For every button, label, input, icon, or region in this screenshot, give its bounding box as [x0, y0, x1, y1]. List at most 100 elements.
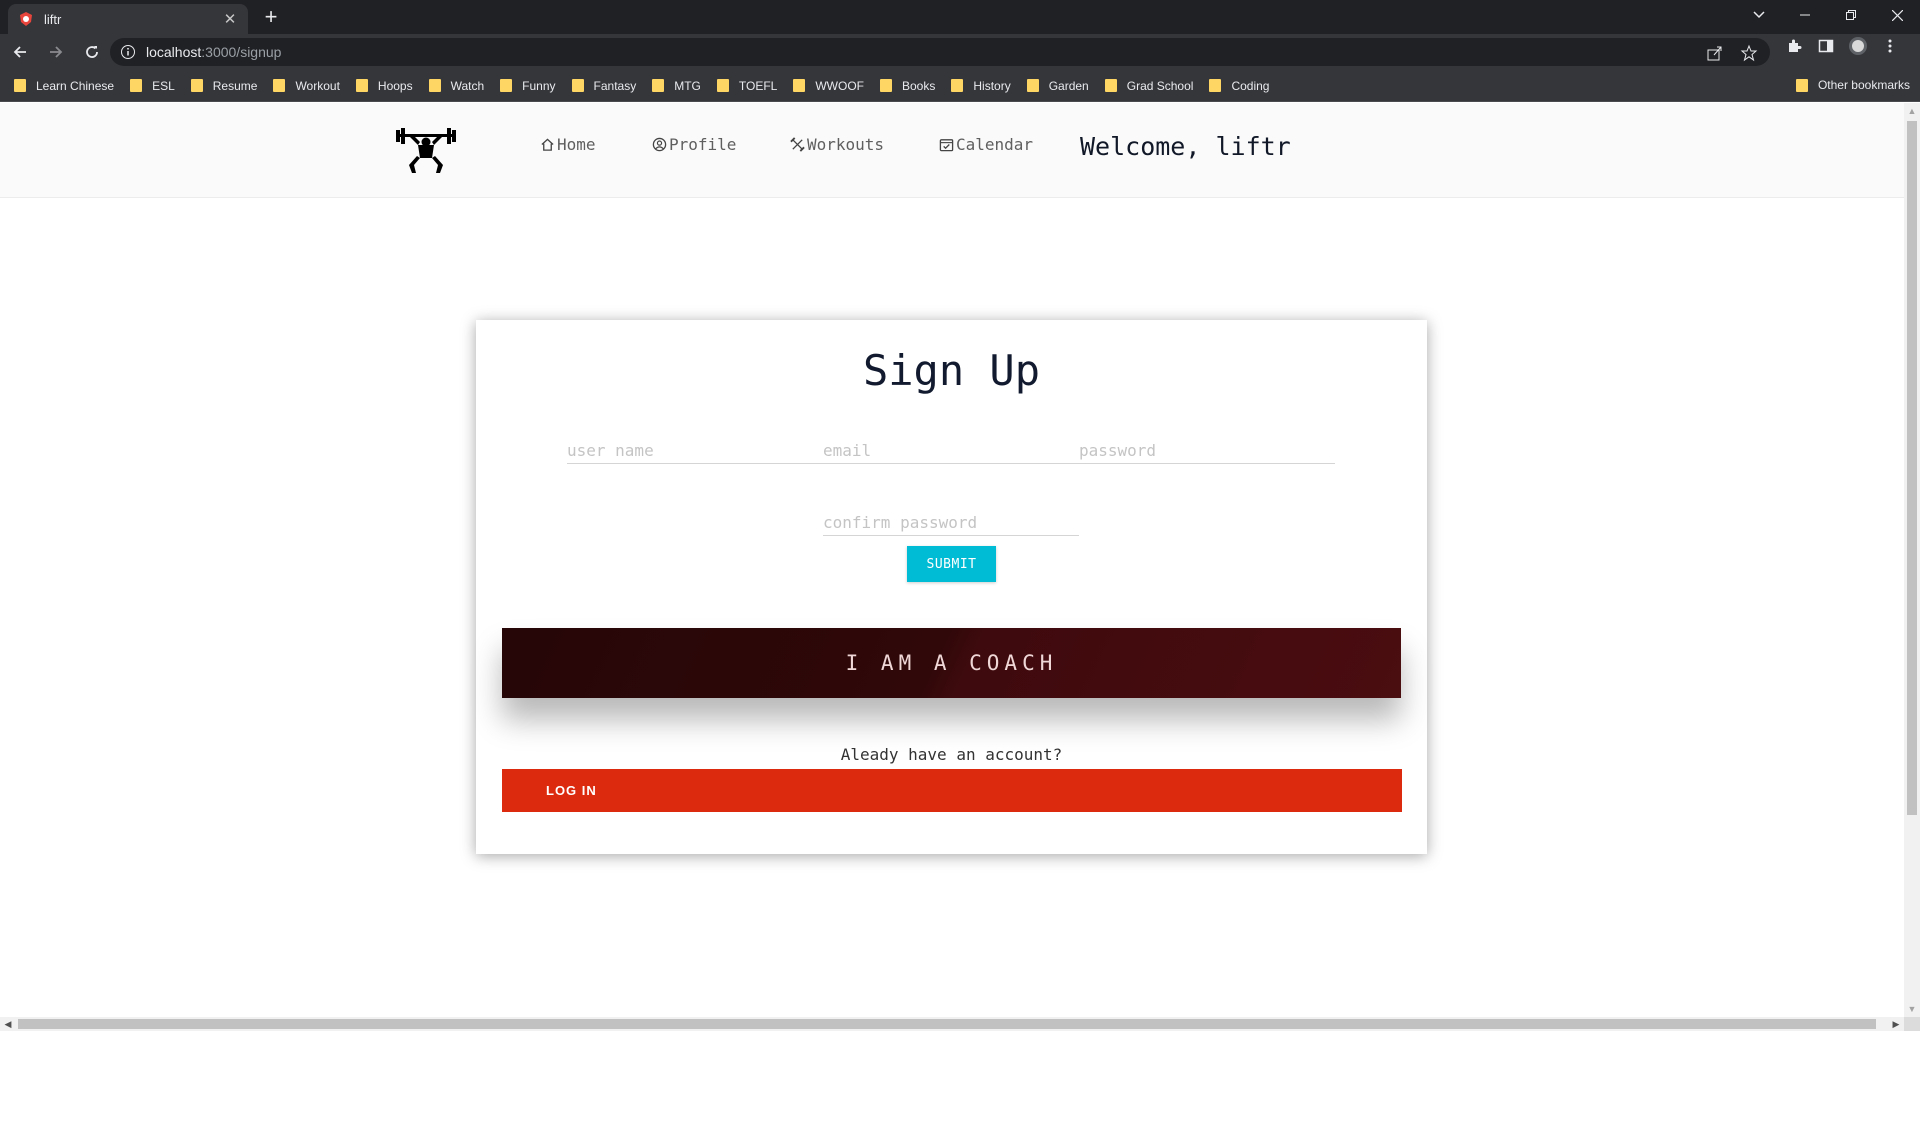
bookmark-folder[interactable]: TOEFL [716, 79, 777, 93]
plus-icon[interactable]: + [258, 4, 284, 30]
nav-profile[interactable]: Profile [652, 135, 736, 154]
folder-icon [428, 79, 441, 92]
calendar-check-icon [939, 139, 954, 152]
folder-icon [951, 79, 964, 92]
vertical-scrollbar[interactable]: ▲ ▼ [1904, 103, 1920, 1017]
nav-calendar[interactable]: Calendar [939, 135, 1033, 154]
page-title: Sign Up [862, 346, 1040, 395]
minimize-icon[interactable] [1782, 0, 1828, 30]
liftr-favicon-icon [20, 12, 32, 26]
menu-kebab-icon[interactable] [1880, 36, 1900, 56]
scroll-up-arrow-icon[interactable]: ▲ [1904, 103, 1920, 119]
bookmark-label: Funny [522, 78, 556, 93]
extension-area [1784, 36, 1900, 56]
scroll-down-arrow-icon[interactable]: ▼ [1904, 1001, 1920, 1017]
username-input[interactable] [567, 438, 823, 464]
confirm-password-input[interactable] [823, 510, 1079, 536]
page-viewport: Home Profile Workouts Calendar Welcome, … [0, 103, 1904, 1017]
scrollbar-corner [1904, 1017, 1920, 1031]
vertical-scroll-thumb[interactable] [1907, 121, 1917, 815]
bookmark-star-icon[interactable] [1740, 44, 1758, 62]
site-info-icon[interactable] [120, 44, 136, 60]
folder-icon [880, 79, 892, 92]
side-panel-icon[interactable] [1816, 36, 1836, 56]
bookmark-folder[interactable]: MTG [652, 79, 701, 93]
coach-toggle-button[interactable]: I AM A COACH [502, 628, 1401, 698]
extensions-puzzle-icon[interactable] [1784, 36, 1804, 56]
bookmark-label: Garden [1048, 78, 1089, 93]
bookmark-folder[interactable]: Grad School [1104, 78, 1194, 93]
bookmark-label: Watch [450, 78, 485, 93]
other-bookmarks-label: Other bookmarks [1817, 78, 1910, 92]
restore-icon[interactable] [1828, 0, 1874, 30]
bookmark-label: Workout [295, 78, 340, 93]
password-input[interactable] [1079, 438, 1335, 464]
bookmark-folder[interactable]: History [951, 79, 1011, 93]
bookmark-folder[interactable]: Watch [428, 78, 485, 93]
bookmarks-bar: Learn Chinese ESL Resume Workout Hoops W… [0, 70, 1920, 102]
submit-button[interactable]: SUBMIT [907, 546, 996, 582]
other-bookmarks[interactable]: Other bookmarks [1795, 78, 1910, 92]
bookmark-label: Books [902, 78, 936, 93]
bookmark-label: MTG [674, 78, 701, 93]
horizontal-scrollbar[interactable]: ◀ ▶ [0, 1017, 1904, 1031]
folder-icon [355, 79, 368, 92]
dumbbell-icon [790, 137, 805, 152]
bookmark-label: Grad School [1126, 78, 1194, 93]
folder-icon [1209, 79, 1222, 92]
nav-home[interactable]: Home [540, 135, 596, 154]
bookmark-folder[interactable]: Hoops [355, 79, 413, 93]
user-circle-icon [652, 137, 667, 152]
url-host: localhost [146, 44, 202, 60]
bookmark-folder[interactable]: Resume [190, 78, 258, 93]
bookmark-folder[interactable]: Books [880, 79, 935, 93]
profile-avatar-icon[interactable] [1848, 36, 1868, 56]
bookmark-label: ESL [152, 78, 175, 93]
nav-profile-label: Profile [669, 135, 737, 154]
bookmark-label: Resume [212, 78, 258, 93]
forward-arrow-icon[interactable] [40, 36, 72, 68]
email-input[interactable] [823, 438, 1079, 464]
already-account-text: Aleady have an account? [840, 745, 1063, 764]
address-bar[interactable]: localhost:3000/signup [110, 38, 1770, 66]
folder-icon [652, 79, 665, 92]
nav-workouts-label: Workouts [807, 135, 885, 154]
app-navbar: Home Profile Workouts Calendar Welcome, … [0, 103, 1904, 198]
folder-icon [14, 79, 26, 92]
bookmark-label: Fantasy [593, 78, 637, 93]
folder-icon [571, 79, 584, 92]
nav-home-label: Home [557, 135, 596, 154]
bookmark-folder[interactable]: Learn Chinese [14, 79, 114, 93]
bookmark-label: Coding [1231, 78, 1270, 93]
reload-icon[interactable] [76, 36, 108, 68]
folder-icon [500, 79, 513, 92]
bookmark-folder[interactable]: Funny [500, 78, 556, 93]
close-window-icon[interactable] [1874, 0, 1920, 30]
share-icon[interactable] [1706, 44, 1724, 62]
nav-workouts[interactable]: Workouts [790, 135, 884, 154]
window-controls [1736, 0, 1920, 30]
browser-tab-strip: liftr ✕ + [0, 0, 1920, 34]
weightlifter-logo-icon[interactable] [394, 125, 458, 175]
bookmark-folder[interactable]: Garden [1026, 78, 1089, 93]
home-icon [541, 138, 554, 151]
folder-icon [793, 79, 806, 92]
signup-card: Sign Up SUBMIT I AM A COACH Aleady have … [476, 320, 1427, 854]
horizontal-scroll-thumb[interactable] [18, 1019, 1876, 1029]
scroll-left-arrow-icon[interactable]: ◀ [0, 1017, 16, 1031]
back-arrow-icon[interactable] [4, 36, 36, 68]
folder-icon [716, 79, 729, 92]
browser-tab-active[interactable]: liftr ✕ [8, 4, 248, 34]
login-button[interactable]: LOG IN [502, 769, 1402, 812]
tab-search-icon[interactable] [1736, 0, 1782, 30]
folder-icon [130, 79, 143, 92]
folder-icon [273, 79, 286, 92]
bookmark-folder[interactable]: Coding [1209, 79, 1269, 93]
close-icon[interactable]: ✕ [222, 10, 238, 28]
bookmark-folder[interactable]: WWOOF [793, 79, 864, 93]
bookmark-folder[interactable]: Fantasy [571, 78, 637, 93]
scroll-right-arrow-icon[interactable]: ▶ [1888, 1017, 1904, 1031]
bookmark-folder[interactable]: Workout [273, 78, 340, 93]
bookmark-folder[interactable]: ESL [130, 79, 175, 93]
bookmark-label: Learn Chinese [36, 78, 115, 93]
